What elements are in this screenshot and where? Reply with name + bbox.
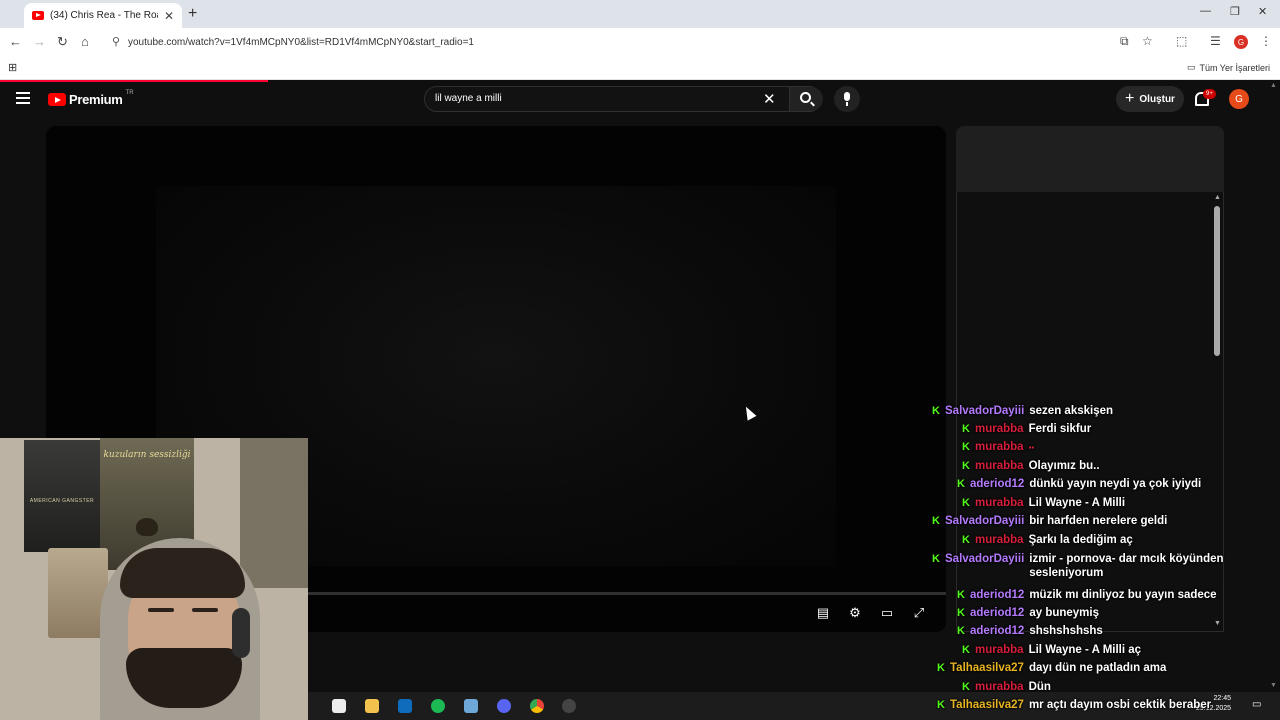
browser-profile-avatar[interactable]: G — [1234, 35, 1248, 49]
restore-icon[interactable]: ❐ — [1230, 5, 1240, 18]
search-icon — [800, 92, 811, 103]
voice-search-mic-icon[interactable] — [834, 86, 860, 112]
settings-gear-icon[interactable]: ⚙ — [846, 604, 864, 622]
account-avatar[interactable]: G — [1229, 89, 1249, 109]
reload-icon[interactable]: ↻ — [57, 34, 68, 50]
calculator-taskbar-icon[interactable] — [332, 699, 346, 713]
app-taskbar-icon[interactable] — [464, 699, 478, 713]
extensions-icon[interactable]: ⬚ — [1176, 34, 1187, 48]
fullscreen-icon[interactable]: ⤢ — [910, 604, 928, 622]
folder-icon: ▭ — [1186, 62, 1196, 72]
tab-title: (34) Chris Rea - The Road to H — [50, 10, 158, 21]
notification-center-icon[interactable]: ▭ — [1252, 700, 1261, 710]
discord-taskbar-icon[interactable] — [497, 699, 511, 713]
subtitles-icon[interactable]: ▤ — [814, 604, 832, 622]
search-query-text: lil wayne a milli — [435, 93, 502, 104]
chat-message: K Talhaasilva27 dayı dün ne patladın ama — [936, 661, 1166, 675]
kick-badge-icon: K — [962, 644, 970, 656]
address-toolbar: ← → ↻ ⌂ ⚲ youtube.com/watch?v=1Vf4mMCpNY… — [0, 28, 1280, 56]
youtube-premium-logo[interactable]: Premium TR — [48, 90, 134, 107]
window-close-icon[interactable]: ✕ — [1258, 5, 1267, 18]
poster-center-text: kuzuların sessizliği — [103, 450, 191, 460]
outlook-taskbar-icon[interactable] — [398, 699, 412, 713]
install-app-icon[interactable]: ⧉ — [1120, 34, 1129, 49]
browser-tab[interactable]: (34) Chris Rea - The Road to H ✕ — [24, 3, 182, 28]
all-bookmarks-label: Tüm Yer İşaretleri — [1199, 62, 1270, 73]
panel-scroll-down-icon[interactable]: ▼ — [1214, 620, 1221, 627]
page-scrollbar[interactable]: ▲ ▼ — [1270, 82, 1277, 692]
chat-username: Talhaasilva27 — [950, 662, 1024, 674]
poster-small — [48, 548, 108, 638]
tray-time: 22:45 — [1213, 695, 1232, 702]
moth-image — [136, 518, 158, 536]
youtube-favicon-icon — [32, 11, 44, 20]
page-scroll-down-icon[interactable]: ▼ — [1270, 682, 1277, 689]
theater-mode-icon[interactable]: ▭ — [878, 604, 896, 622]
bookmarks-bar: ⊞ ▭ Tüm Yer İşaretleri — [0, 56, 1280, 80]
forward-icon[interactable]: → — [33, 34, 46, 49]
obs-taskbar-icon[interactable] — [562, 699, 576, 713]
url-text: youtube.com/watch?v=1Vf4mMCpNY0&list=RD1… — [128, 36, 474, 48]
kick-badge-icon: K — [937, 662, 945, 674]
tab-close-icon[interactable]: ✕ — [164, 9, 174, 23]
home-icon[interactable]: ⌂ — [81, 34, 89, 49]
chat-message: Kmurabba Lil Wayne - A Milli aç — [961, 643, 1141, 657]
browser-menu-icon[interactable]: ⋮ — [1260, 34, 1272, 48]
browser-tab-strip: (34) Chris Rea - The Road to H ✕ + — ❐ ✕ — [0, 0, 1280, 28]
chat-username: murabba — [975, 644, 1024, 656]
streamer — [100, 538, 270, 720]
panel-scrollbar[interactable] — [1214, 206, 1220, 356]
minimize-icon[interactable]: — — [1200, 5, 1211, 17]
search-button[interactable] — [789, 87, 823, 111]
site-info-icon[interactable]: ⚲ — [112, 35, 120, 48]
plus-icon: + — [1125, 90, 1135, 107]
poster-left-text: AMERICAN GANGSTER — [29, 498, 95, 504]
url-field[interactable]: ⚲ youtube.com/watch?v=1Vf4mMCpNY0&list=R… — [104, 31, 1104, 53]
apps-grid-icon[interactable]: ⊞ — [8, 61, 17, 74]
spotify-taskbar-icon[interactable] — [431, 699, 445, 713]
clear-search-icon[interactable]: ✕ — [763, 90, 776, 108]
movie-poster-left: AMERICAN GANGSTER — [24, 440, 100, 552]
guide-menu-icon[interactable] — [16, 92, 30, 104]
chat-text: Lil Wayne - A Milli aç — [1028, 644, 1142, 656]
create-label: Oluştur — [1139, 93, 1175, 105]
playlist-panel-header — [956, 126, 1224, 192]
chat-text: dayı dün ne patladın ama — [1028, 662, 1167, 674]
file-explorer-taskbar-icon[interactable] — [365, 699, 379, 713]
page-scroll-up-icon[interactable]: ▲ — [1270, 82, 1277, 89]
search-input[interactable]: lil wayne a milli ✕ — [424, 86, 823, 112]
notification-badge: 9+ — [1203, 89, 1216, 99]
youtube-masthead: Premium TR lil wayne a milli ✕ + Oluştur… — [0, 82, 1280, 118]
create-button[interactable]: + Oluştur — [1116, 86, 1184, 112]
taskbar — [308, 692, 1280, 720]
webcam-overlay: AMERICAN GANGSTER kuzuların sessizliği — [0, 438, 308, 720]
playlist-panel — [956, 192, 1224, 632]
new-tab-button[interactable]: + — [188, 5, 197, 23]
youtube-play-icon — [48, 93, 66, 106]
logo-region: TR — [125, 90, 134, 96]
back-icon[interactable]: ← — [9, 34, 22, 49]
chrome-taskbar-icon[interactable] — [530, 699, 544, 713]
logo-text: Premium — [69, 92, 123, 107]
panel-scroll-up-icon[interactable]: ▲ — [1214, 194, 1221, 201]
bookmark-star-icon[interactable]: ☆ — [1142, 34, 1153, 48]
all-bookmarks-button[interactable]: ▭ Tüm Yer İşaretleri — [1187, 62, 1270, 73]
headset-icon — [232, 608, 250, 658]
reading-list-icon[interactable]: ☰ — [1210, 34, 1221, 48]
tray-date: 29.12.2025 — [1196, 705, 1232, 712]
tray-clock[interactable]: 22:45 29.12.2025 — [1196, 694, 1231, 714]
